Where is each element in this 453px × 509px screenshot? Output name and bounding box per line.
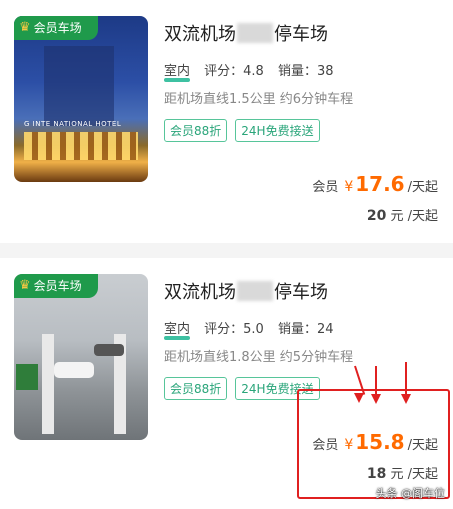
sales-count: 销量：38	[277, 64, 334, 79]
blurred-text	[237, 281, 273, 301]
tag-free-shuttle: 24H免费接送	[235, 119, 320, 142]
tag-list: 会员88折 24H免费接送	[164, 119, 320, 142]
indoor-label: 室内	[164, 64, 191, 79]
crown-icon: ♛	[19, 278, 31, 293]
divider	[0, 243, 453, 258]
listing-card[interactable]: G INTE NATIONAL HOTEL ♛ 会员车场 双流机场 停车场 室内 …	[0, 0, 453, 243]
hotel-sign: G INTE NATIONAL HOTEL	[24, 120, 122, 128]
badge-label: 会员车场	[33, 279, 82, 293]
tag-member-discount: 会员88折	[164, 119, 228, 142]
listing-meta: 室内 评分：4.8 销量：38	[164, 60, 344, 79]
watermark: 头条 @阁车位	[375, 487, 446, 500]
sales-count: 销量：24	[277, 322, 334, 337]
original-price: 20 元 /天起	[366, 208, 438, 224]
badge-label: 会员车场	[33, 21, 82, 35]
crown-icon: ♛	[19, 20, 31, 35]
listing-meta: 室内 评分：5.0 销量：24	[164, 318, 344, 337]
member-parking-badge: ♛ 会员车场	[14, 274, 98, 298]
rating: 评分：5.0	[204, 322, 264, 337]
member-parking-badge: ♛ 会员车场	[14, 16, 98, 40]
parking-photo: G INTE NATIONAL HOTEL	[14, 16, 148, 182]
indoor-label: 室内	[164, 322, 191, 337]
blurred-text	[237, 23, 273, 43]
parking-photo	[14, 274, 148, 440]
distance-info: 距机场直线1.5公里 约6分钟车程	[164, 92, 354, 107]
distance-info: 距机场直线1.8公里 约5分钟车程	[164, 350, 354, 365]
price-value: 17.6	[355, 172, 405, 196]
member-price: 会员 ¥ 17.6 /天起	[312, 172, 438, 196]
member-price: 会员 ¥ 15.8 /天起	[312, 430, 438, 454]
tag-member-discount: 会员88折	[164, 377, 228, 400]
original-price: 18 元 /天起	[366, 466, 438, 482]
price-value: 15.8	[355, 430, 405, 454]
listing-title[interactable]: 双流机场 停车场	[164, 20, 328, 46]
listing-card[interactable]: ♛ 会员车场 双流机场 停车场 室内 评分：5.0 销量：24 距机场直线1.8公…	[0, 258, 453, 509]
listing-title[interactable]: 双流机场 停车场	[164, 278, 328, 304]
rating: 评分：4.8	[204, 64, 264, 79]
